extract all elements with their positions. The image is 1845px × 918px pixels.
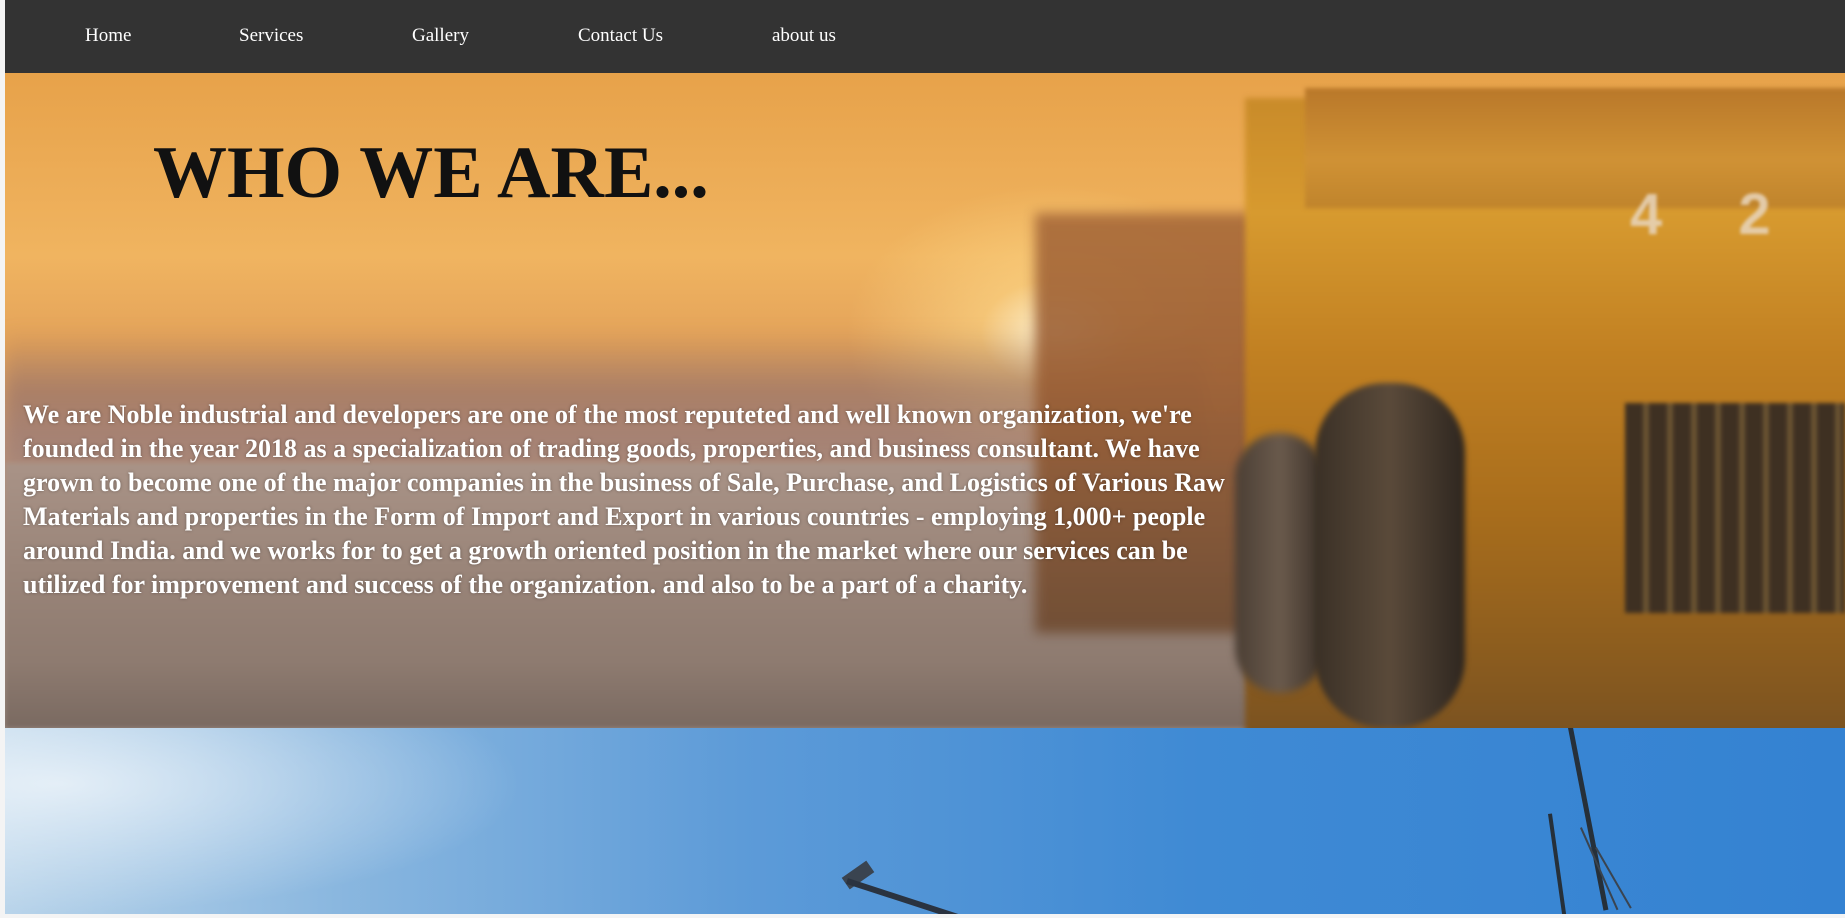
nav-link-about-us[interactable]: about us [772,24,836,48]
crane-mast-right-secondary [1548,813,1568,914]
top-navigation-bar: Home Services Gallery Contact Us about u… [5,0,1845,73]
hero-background-truck-tyre-front [1315,383,1465,728]
crane-mast-right [1568,728,1609,911]
nav-link-contact-us[interactable]: Contact Us [578,24,663,48]
hero-background-truck-grill [1625,403,1845,613]
hero-section: 4 2 WHO WE ARE... We are Noble industria… [5,73,1845,728]
construction-image-section [5,728,1845,914]
hero-title: WHO WE ARE... [153,132,709,214]
nav-link-gallery[interactable]: Gallery [412,24,469,48]
hero-description: We are Noble industrial and developers a… [23,400,1225,599]
crane-cable [1580,827,1619,911]
page: Home Services Gallery Contact Us about u… [5,0,1845,914]
crane-arm-left [846,878,963,914]
nav-link-home[interactable]: Home [85,24,131,48]
nav-link-services[interactable]: Services [239,24,303,48]
hero-background-truck-number: 4 2 [1630,182,1801,247]
sky-haze [5,728,525,914]
